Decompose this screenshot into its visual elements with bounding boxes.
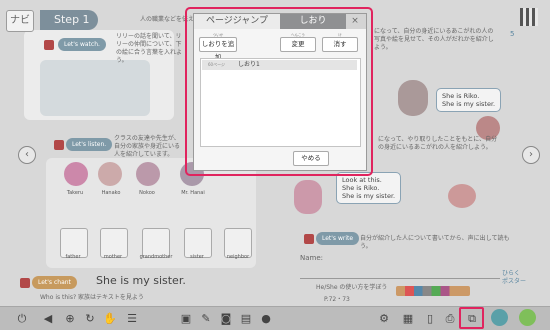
name-label: Name:: [300, 254, 324, 262]
lets-watch-label: Let's watch.: [58, 38, 106, 51]
qr-code-icon[interactable]: [520, 8, 538, 26]
watch-icon: [44, 40, 54, 50]
print-icon[interactable]: ⎙: [442, 311, 458, 326]
camera-icon[interactable]: ◙: [218, 311, 234, 326]
poster-tag[interactable]: ひらく ポスター: [502, 270, 526, 286]
top-right-text: になって、自分の身近にいるあこがれの人の写真や絵を見せて、その人がだれかを紹介し…: [374, 28, 494, 51]
chant-sentence: She is my sister.: [96, 274, 186, 287]
hand-icon[interactable]: ✋: [102, 311, 118, 326]
window-icon[interactable]: ▣: [178, 311, 194, 326]
write-icon: [304, 234, 314, 244]
next-page-button[interactable]: ›: [522, 146, 540, 164]
pen-icon[interactable]: ✎: [198, 311, 214, 326]
step-label: Step 1: [40, 10, 98, 30]
cartoon-image: [40, 60, 150, 116]
name-hanako: Hanako: [101, 190, 121, 196]
chant-icon: [20, 278, 30, 288]
speech-bubble-top: She is Riko. She is my sister.: [436, 88, 502, 112]
label-grandmother: grandmother: [139, 254, 173, 260]
navi-button[interactable]: ナビ: [6, 10, 34, 32]
write-description: 自分が紹介した人について書いてから、声に出して読もう。: [360, 235, 510, 250]
mid-right-text: になって、やり取りしたことをもとに、自分の身近にいるあこがれの人を紹介しよう。: [378, 136, 498, 151]
watch-description: リリーの話を聞いて、リリーの仲間について、下の絵に合う言葉を入れよう。: [116, 33, 183, 64]
list-icon[interactable]: ☰: [124, 311, 140, 326]
footer-text: He/She の使い方を学ぼう: [316, 284, 388, 291]
write-line[interactable]: [300, 266, 500, 279]
listen-description: クラスの友達や先生が、自分の家族や身近にいる人を紹介しています。: [114, 135, 181, 158]
boy-illustration: [398, 80, 428, 116]
label-father: father: [65, 254, 81, 260]
label-sister: sister: [190, 254, 204, 260]
chant-subtext: Who is this? 家族はテキストを見よう: [40, 294, 144, 301]
label-neighbor: neighbor: [226, 254, 250, 260]
lets-chant-label: Let's chant: [32, 276, 77, 289]
girl-illustration: [294, 180, 322, 214]
dialog-highlight-frame: [185, 7, 373, 176]
listen-icon: [54, 140, 64, 150]
family-illustration: [448, 184, 476, 208]
lets-write-label: Let's write: [316, 232, 360, 245]
check-icon[interactable]: [519, 309, 536, 326]
grid-icon[interactable]: ▦: [400, 311, 416, 326]
name-nokoo: Nokoo: [139, 190, 155, 196]
label-mother: mother: [103, 254, 123, 260]
zoom-icon[interactable]: ⊕: [62, 311, 78, 326]
stamp-icon[interactable]: ●: [258, 311, 274, 326]
power-icon[interactable]: ⏻: [14, 311, 30, 326]
page-hint: P.72・73: [324, 296, 350, 303]
book-icon[interactable]: ▯: [422, 311, 438, 326]
ruler-icon[interactable]: ▤: [238, 311, 254, 326]
speech-bubble-mid: Look at this. She is Riko. She is my sis…: [336, 172, 402, 204]
name-teacher: Mr. Hanai: [181, 190, 205, 196]
lets-listen-label: Let's listen.: [66, 138, 113, 151]
back-icon[interactable]: ◀: [40, 311, 56, 326]
color-icons-row[interactable]: [396, 286, 470, 296]
person-hanako: [98, 162, 122, 186]
page-badge: 5: [510, 30, 515, 38]
settings-icon[interactable]: ⚙: [376, 311, 392, 326]
refresh-icon[interactable]: ↻: [82, 311, 98, 326]
book-view-icon[interactable]: [491, 309, 508, 326]
person-nokoo: [136, 162, 160, 186]
bookmark-icon-highlight: [459, 307, 484, 329]
person-takeru: [64, 162, 88, 186]
name-takeru: Takeru: [66, 190, 84, 196]
prev-page-button[interactable]: ‹: [18, 146, 36, 164]
